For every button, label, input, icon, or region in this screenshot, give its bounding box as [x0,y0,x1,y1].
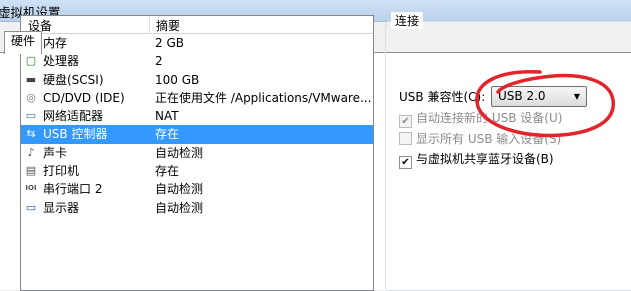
network-adapter-icon: ▭ [25,109,37,123]
processor-icon: ▢ [25,54,37,68]
share-bluetooth-label: 与虚拟机共享蓝牙设备(B) [416,152,554,166]
dropdown-arrow-icon: ▼ [573,92,580,101]
display-icon: ▭ [25,200,37,214]
device-summary: 2 [155,54,163,69]
auto-connect-option[interactable]: ✔ 自动连接新的 USB 设备(U) [399,109,563,128]
column-divider[interactable] [149,16,150,33]
device-list[interactable]: 设备 摘要 ▥内存2 GB▢处理器2▬硬盘(SCSI)100 GB◎CD/DVD… [20,15,374,291]
device-name: 网络适配器 [43,109,104,124]
device-name: 声卡 [43,145,68,160]
device-summary: 100 GB [155,72,200,87]
show-all-input-option[interactable]: 显示所有 USB 输入设备(S) [399,130,561,148]
device-row[interactable]: ⇆ USB 控制器 存在 [21,125,373,144]
share-bluetooth-option[interactable]: ✔ 与虚拟机共享蓝牙设备(B) [399,150,554,169]
column-header-summary[interactable]: 摘要 [156,17,180,34]
device-row[interactable]: ▭ 显示器 自动检测 [21,199,373,217]
show-all-input-checkbox[interactable] [399,132,412,145]
cd-dvd-icon: ◎ [26,90,36,104]
device-row[interactable]: IOI 串行端口 2 自动检测 [21,180,373,198]
device-list-header: 设备 摘要 [21,16,373,34]
device-summary: 自动检测 [155,182,204,197]
device-name: 处理器 [43,54,80,69]
show-all-input-label: 显示所有 USB 输入设备(S) [416,132,562,146]
device-name: CD/DVD (IDE) [43,90,125,105]
printer-icon: ▤ [25,164,37,178]
auto-connect-label: 自动连接新的 USB 设备(U) [416,111,563,125]
device-row[interactable]: ♪ 声卡 自动检测 [21,144,373,162]
device-name: 显示器 [43,200,80,215]
device-name: 串行端口 2 [43,182,103,197]
device-row[interactable]: ◎ CD/DVD (IDE) 正在使用文件 /Applications/VMware… [21,89,373,107]
usb-controller-icon: ⇆ [26,127,36,141]
device-name: 打印机 [43,164,80,179]
device-summary: 正在使用文件 /Applications/VMware... [155,90,372,105]
device-name: 内存 [43,36,68,50]
tab-hardware[interactable]: 硬件 [4,31,43,54]
auto-connect-checkbox[interactable]: ✔ [399,115,412,128]
connection-group-title: 连接 [391,12,424,29]
serial-port-icon: IOI [25,184,37,193]
usb-compat-label: USB 兼容性(C): [399,90,486,104]
device-summary: 存在 [155,127,180,142]
device-name: USB 控制器 [43,127,108,142]
device-row[interactable]: ▢ 处理器 2 [21,52,373,70]
device-summary: 存在 [155,164,180,179]
device-summary: 自动检测 [155,145,204,160]
device-summary: 自动检测 [155,200,204,215]
device-name: 硬盘(SCSI) [43,72,104,87]
sound-card-icon: ♪ [27,145,35,159]
usb-compat-value: USB 2.0 [498,89,546,103]
share-bluetooth-checkbox[interactable]: ✔ [399,156,412,169]
device-row[interactable]: ▭ 网络适配器 NAT [21,107,373,125]
usb-compat-select[interactable]: USB 2.0 ▼ [491,86,587,107]
device-summary: 2 GB [155,36,184,50]
device-row[interactable]: ▥内存2 GB [21,34,373,52]
device-row[interactable]: ▤ 打印机 存在 [21,162,373,180]
device-row[interactable]: ▬ 硬盘(SCSI) 100 GB [21,71,373,89]
device-summary: NAT [155,109,179,124]
hard-disk-icon: ▬ [25,72,37,86]
